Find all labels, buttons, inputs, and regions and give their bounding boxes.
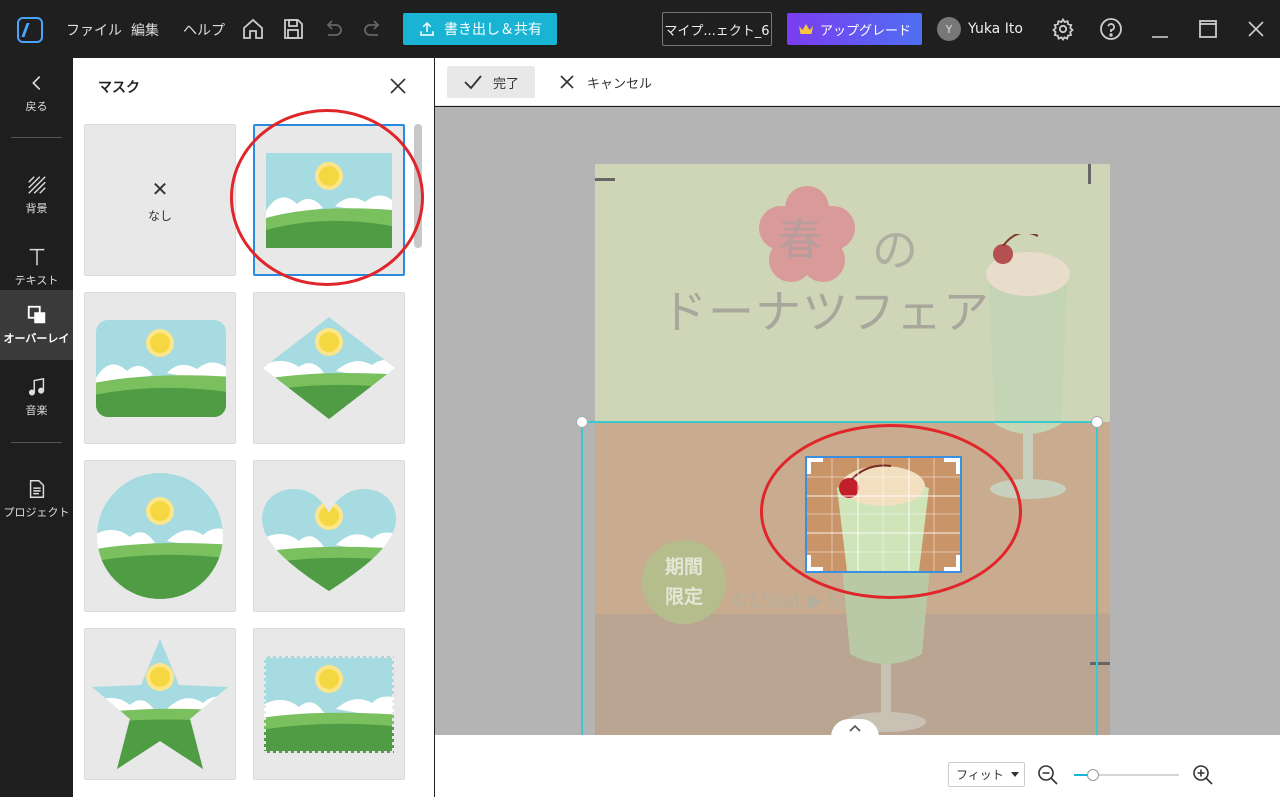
sidebar-item-background[interactable]: 背景 xyxy=(0,160,73,230)
upload-icon xyxy=(420,21,434,36)
gear-icon[interactable] xyxy=(1051,17,1075,42)
sidebar-divider xyxy=(11,137,62,138)
project-name-button[interactable]: マイプ...ェクト_6 xyxy=(662,12,772,46)
upgrade-button[interactable]: アップグレード xyxy=(787,13,922,45)
maximize-icon[interactable] xyxy=(1196,17,1220,41)
undo-icon[interactable] xyxy=(321,17,345,41)
sidebar-item-label: テキスト xyxy=(14,274,59,287)
mask-panel: マスク ✕ なし xyxy=(73,58,434,797)
none-label: なし xyxy=(147,209,172,223)
diamond-mask-icon xyxy=(263,317,395,419)
star-mask-icon xyxy=(92,639,228,769)
zoom-slider[interactable] xyxy=(1074,769,1179,781)
menu-help[interactable]: ヘルプ xyxy=(183,20,225,40)
export-share-button[interactable]: 書き出し＆共有 xyxy=(403,13,557,45)
stamp-mask-icon xyxy=(262,654,396,755)
save-icon[interactable] xyxy=(281,17,305,41)
sidebar-divider xyxy=(11,442,62,443)
hatch-icon xyxy=(27,176,46,194)
mask-diamond-tile[interactable] xyxy=(253,292,405,444)
poster-kanji: 春 xyxy=(778,215,822,266)
annotation-circle xyxy=(760,424,1022,599)
menu-file[interactable]: ファイル xyxy=(66,20,122,40)
avatar[interactable]: Y xyxy=(937,17,961,41)
zoom-out-icon[interactable] xyxy=(1037,764,1059,786)
check-icon xyxy=(464,75,482,90)
cancel-x-icon xyxy=(560,75,574,89)
mask-circle-tile[interactable] xyxy=(84,460,236,612)
bottom-bar: フィット xyxy=(435,735,1280,797)
music-note-icon xyxy=(28,377,44,396)
sidebar-item-label: オーバーレイ xyxy=(3,332,70,345)
window-close-icon[interactable] xyxy=(1244,17,1268,41)
canvas-area[interactable]: 春 の ドーナツフェア 期間 限定 4/15sat ▶ 5/20fri xyxy=(435,107,1280,735)
cancel-button[interactable]: キャンセル xyxy=(559,66,652,98)
sidebar-item-label: 背景 xyxy=(25,202,48,215)
mask-heart-tile[interactable] xyxy=(253,460,405,612)
zoom-mode-value: フィット xyxy=(956,768,1004,782)
minimize-icon[interactable] xyxy=(1148,17,1172,41)
sidebar-item-label: 戻る xyxy=(25,100,48,113)
annotation-circle xyxy=(230,109,424,286)
resize-handle-top-right[interactable] xyxy=(1091,416,1103,428)
chevron-up-icon xyxy=(849,724,861,732)
sidebar-item-overlay[interactable]: オーバーレイ xyxy=(0,290,73,360)
zoom-in-icon[interactable] xyxy=(1192,764,1214,786)
cancel-label: キャンセル xyxy=(587,76,653,92)
home-icon[interactable] xyxy=(241,17,265,41)
mask-rounded-rect-tile[interactable] xyxy=(84,292,236,444)
sidebar-item-music[interactable]: 音楽 xyxy=(0,362,73,432)
crown-icon xyxy=(798,24,813,34)
resize-handle-top-left[interactable] xyxy=(576,416,588,428)
title-bar: ファイル 編集 ヘルプ 書き出し＆共有 マイプ...ェクト_6 アップグレード … xyxy=(0,0,1280,58)
rounded-rect-mask-icon xyxy=(96,320,226,417)
zoom-slider-knob[interactable] xyxy=(1087,769,1099,781)
sidebar-item-project[interactable]: プロジェクト xyxy=(0,464,73,534)
document-icon xyxy=(29,480,44,498)
panel-title: マスク xyxy=(98,80,140,96)
edit-toolbar: 完了 キャンセル xyxy=(435,58,1280,106)
export-share-label: 書き出し＆共有 xyxy=(444,22,542,38)
heart-mask-icon xyxy=(262,489,396,591)
left-sidebar: 戻る 背景 テキスト オーバーレイ 音楽 プロジェクト xyxy=(0,58,73,797)
back-arrow-icon xyxy=(31,75,40,91)
chevron-down-icon xyxy=(1011,772,1019,777)
crop-mark xyxy=(595,178,615,181)
crop-mark xyxy=(1088,164,1091,184)
upgrade-label: アップグレード xyxy=(819,23,911,39)
help-icon[interactable] xyxy=(1099,17,1123,41)
done-button[interactable]: 完了 xyxy=(447,66,535,98)
menu-edit[interactable]: 編集 xyxy=(131,20,159,40)
app-logo-icon xyxy=(17,17,43,43)
mask-star-tile[interactable] xyxy=(84,628,236,780)
close-icon[interactable] xyxy=(389,77,407,95)
mask-stamp-tile[interactable] xyxy=(253,628,405,780)
mask-none-tile[interactable]: ✕ なし xyxy=(84,124,236,276)
poster-title: ドーナツフェア xyxy=(661,285,990,339)
overlay-icon xyxy=(27,305,45,324)
sidebar-item-back[interactable]: 戻る xyxy=(0,58,73,128)
none-x-icon: ✕ xyxy=(151,177,169,201)
circle-mask-icon xyxy=(97,473,223,599)
sidebar-item-label: 音楽 xyxy=(25,404,48,417)
text-icon xyxy=(29,248,44,266)
done-label: 完了 xyxy=(492,76,519,92)
redo-icon[interactable] xyxy=(361,17,385,41)
poster-hiragana: の xyxy=(872,223,918,277)
zoom-mode-select[interactable]: フィット xyxy=(948,762,1025,787)
sidebar-item-label: プロジェクト xyxy=(3,506,70,519)
user-name[interactable]: Yuka Ito xyxy=(968,21,1023,37)
